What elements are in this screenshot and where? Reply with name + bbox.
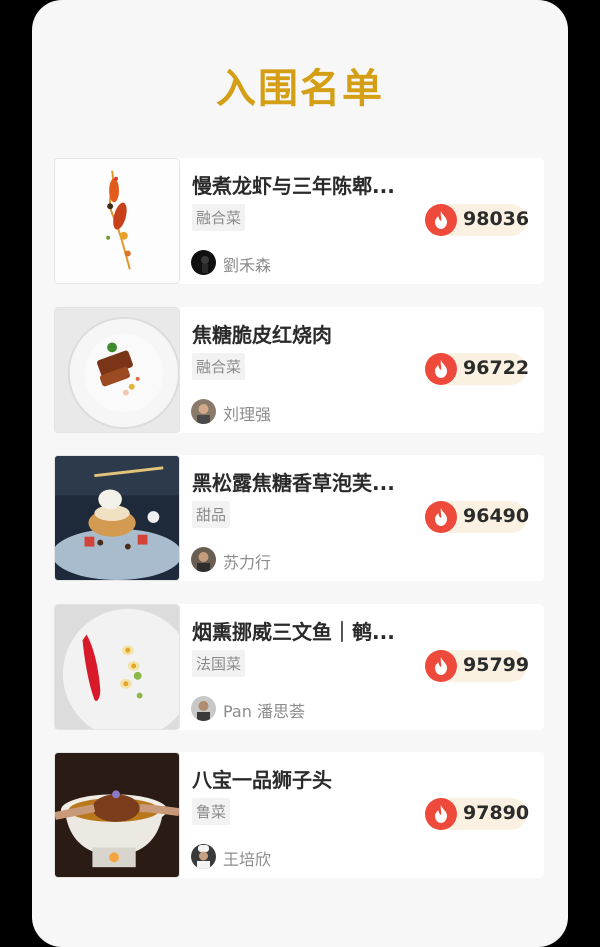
chef-name: 刘理强 bbox=[223, 404, 272, 424]
salmon-dish-image[interactable] bbox=[54, 603, 180, 730]
heat-value: 97890 bbox=[463, 802, 530, 824]
chef-name: 苏力行 bbox=[223, 553, 272, 572]
chef-name: 王培欣 bbox=[223, 850, 272, 869]
heat-badge[interactable]: 97890 bbox=[425, 798, 530, 830]
list-item[interactable]: 黑松露焦糖香草泡芙... 甜品 96490 苏力行 bbox=[54, 455, 544, 581]
pork-belly-dish-image[interactable] bbox=[54, 306, 180, 433]
dish-name: 八宝一品狮子头 bbox=[192, 768, 332, 792]
flame-icon bbox=[425, 649, 457, 682]
lion-head-dish-image[interactable] bbox=[54, 752, 180, 878]
chef-name: Pan 潘思荟 bbox=[223, 701, 305, 721]
flame-icon bbox=[425, 501, 457, 533]
heat-badge[interactable]: 95799 bbox=[425, 649, 530, 682]
heat-value: 98036 bbox=[463, 208, 530, 230]
heat-badge[interactable]: 96490 bbox=[425, 501, 530, 533]
heat-value: 96490 bbox=[463, 505, 530, 527]
chef-avatar bbox=[191, 547, 216, 572]
chef-avatar bbox=[191, 398, 216, 424]
chef-avatar bbox=[191, 695, 216, 721]
shortlist-panel: 入围名单 慢煮龙虾与三年陈郫... 融合菜 98036 劉禾森 焦糖脆皮红烧肉 … bbox=[32, 0, 568, 947]
category-tag: 鲁菜 bbox=[192, 798, 231, 825]
heat-badge[interactable]: 98036 bbox=[425, 204, 530, 236]
flame-icon bbox=[425, 798, 457, 830]
category-tag: 法国菜 bbox=[192, 649, 246, 677]
lobster-dish-image[interactable] bbox=[54, 158, 180, 284]
dish-name: 黑松露焦糖香草泡芙... bbox=[192, 471, 395, 495]
list-item[interactable]: 焦糖脆皮红烧肉 融合菜 96722 刘理强 bbox=[54, 306, 544, 433]
list-item[interactable]: 慢煮龙虾与三年陈郫... 融合菜 98036 劉禾森 bbox=[54, 158, 544, 284]
chef-avatar bbox=[191, 844, 216, 869]
heat-badge[interactable]: 96722 bbox=[425, 352, 530, 385]
category-tag: 融合菜 bbox=[192, 352, 246, 380]
heat-value: 96722 bbox=[463, 356, 530, 379]
entry-list: 慢煮龙虾与三年陈郫... 融合菜 98036 劉禾森 焦糖脆皮红烧肉 融合菜 9… bbox=[54, 158, 544, 901]
category-tag: 融合菜 bbox=[192, 204, 246, 231]
dish-name: 慢煮龙虾与三年陈郫... bbox=[192, 174, 395, 198]
chef-name: 劉禾森 bbox=[223, 256, 272, 275]
heat-value: 95799 bbox=[463, 653, 530, 676]
flame-icon bbox=[425, 352, 457, 385]
flame-icon bbox=[425, 204, 457, 236]
category-tag: 甜品 bbox=[192, 501, 231, 528]
dish-name: 焦糖脆皮红烧肉 bbox=[192, 322, 332, 347]
list-item[interactable]: 八宝一品狮子头 鲁菜 97890 王培欣 bbox=[54, 752, 544, 878]
page-title: 入围名单 bbox=[216, 66, 384, 112]
dish-name: 烟熏挪威三文鱼｜鹌... bbox=[192, 619, 395, 644]
puff-dessert-image[interactable] bbox=[54, 455, 180, 581]
chef-avatar bbox=[191, 250, 216, 275]
list-item[interactable]: 烟熏挪威三文鱼｜鹌... 法国菜 95799 Pan 潘思荟 bbox=[54, 603, 544, 730]
